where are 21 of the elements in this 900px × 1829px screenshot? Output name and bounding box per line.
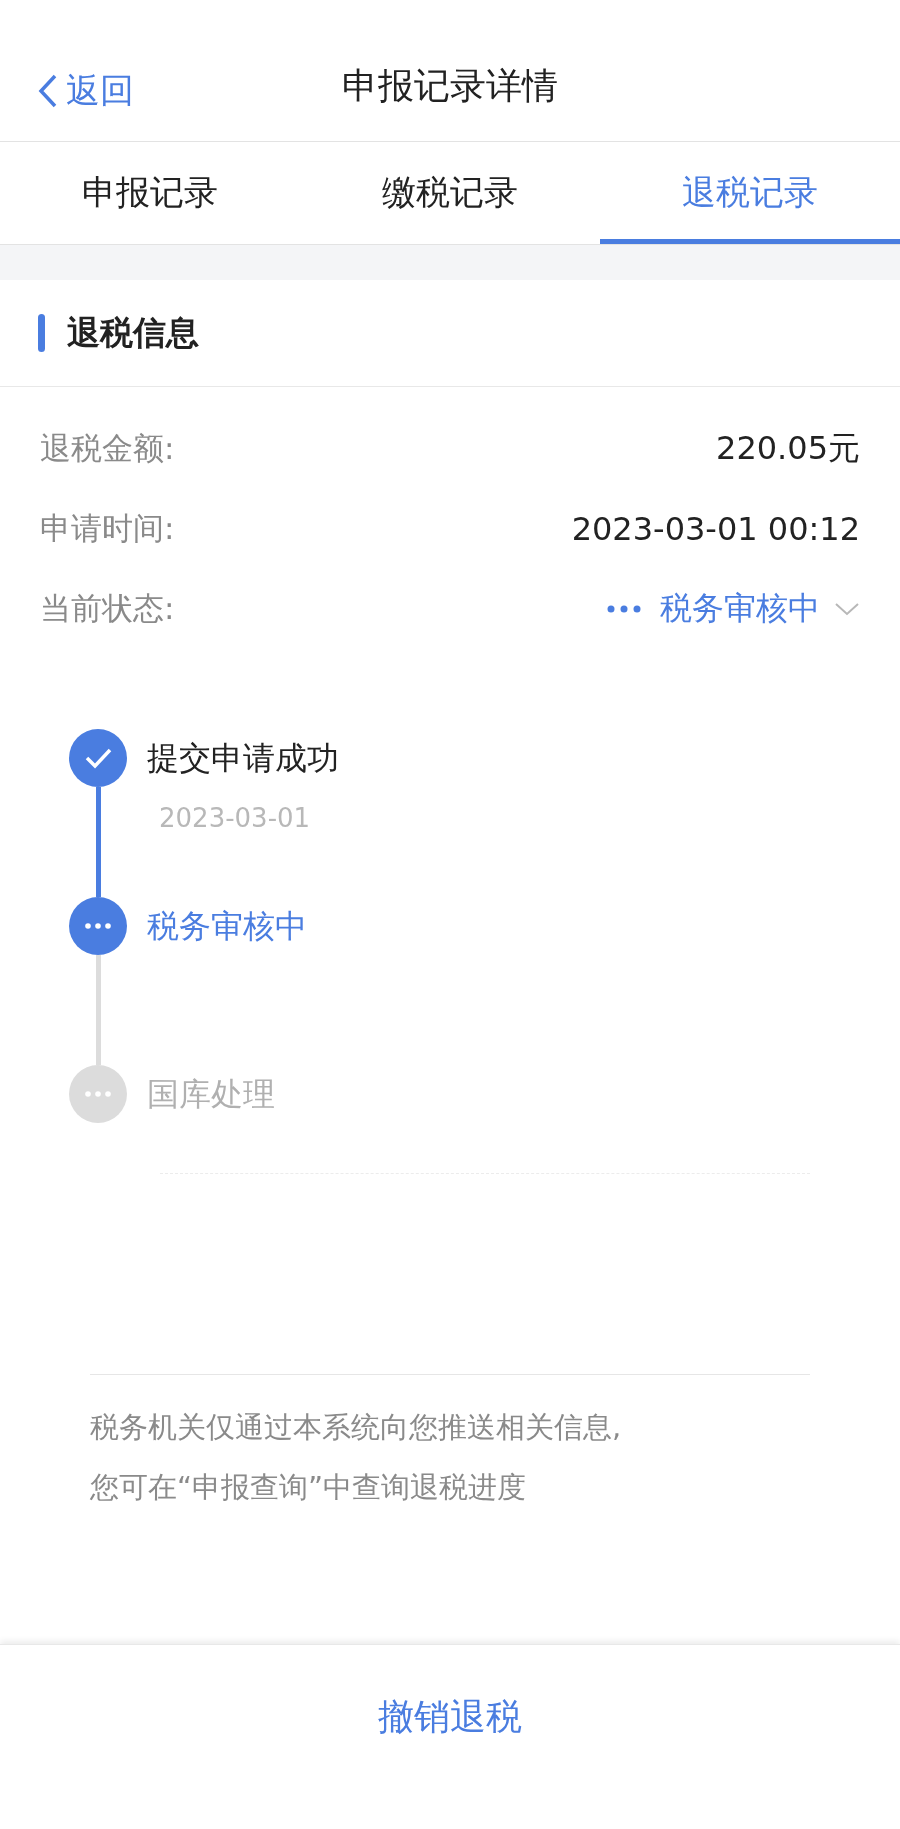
field-value: 220.05元 [716, 428, 860, 469]
chevron-down-icon[interactable] [834, 601, 860, 617]
field-value: 2023-03-01 00:12 [571, 510, 860, 548]
step-title: 国库处理 [147, 1074, 275, 1115]
tab[interactable]: 申报记录 [0, 142, 300, 244]
section-marker [38, 314, 45, 352]
field-label: 申请时间: [40, 509, 175, 548]
section-title: 退税信息 [67, 311, 199, 354]
tab[interactable]: 缴税记录 [300, 142, 600, 244]
cancel-refund-button[interactable]: 撤销退税 [338, 1673, 562, 1762]
note-text: 税务机关仅通过本系统向您推送相关信息, [90, 1409, 623, 1446]
status-value: 税务审核中 [660, 588, 820, 629]
step-title: 税务审核中 [147, 906, 307, 947]
page-title: 申报记录详情 [342, 64, 558, 108]
back-link[interactable]: 返回 [38, 68, 134, 114]
field-label: 退税金额: [40, 429, 175, 468]
step-title: 提交申请成功 [147, 738, 339, 779]
back-icon [38, 74, 58, 108]
step-date: 2023-03-01 [159, 803, 312, 833]
note-text: 您可在“申报查询”中查询退税进度 [90, 1469, 528, 1506]
field-label: 当前状态: [40, 589, 175, 628]
